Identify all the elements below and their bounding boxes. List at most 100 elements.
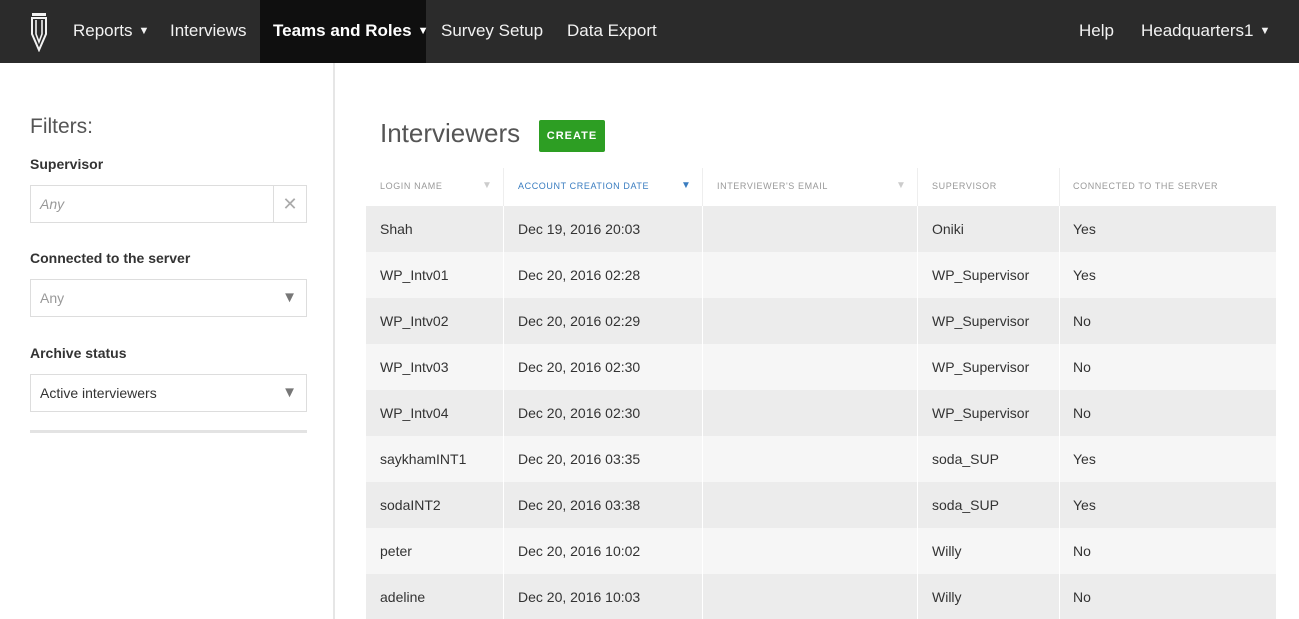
column-header-label: INTERVIEWER'S EMAIL — [717, 181, 828, 191]
table-row[interactable]: peter Dec 20, 2016 10:02 Willy No — [366, 528, 1276, 574]
column-divider — [917, 390, 918, 436]
supervisor-cell: Willy — [932, 589, 962, 605]
column-header-interviewer-email[interactable]: INTERVIEWER'S EMAIL ▼ — [717, 166, 909, 206]
column-divider — [1059, 252, 1060, 298]
nav-reports-label: Reports — [73, 21, 133, 40]
column-divider — [1059, 482, 1060, 528]
column-divider — [503, 436, 504, 482]
connected-filter-label: Connected to the server — [30, 250, 191, 266]
column-divider — [702, 206, 703, 252]
column-divider — [917, 206, 918, 252]
column-header-label: LOGIN NAME — [380, 181, 443, 191]
sort-arrow-icon: ▼ — [896, 180, 907, 191]
supervisor-cell: soda_SUP — [932, 451, 999, 467]
nav-survey-setup[interactable]: Survey Setup — [441, 0, 543, 63]
supervisor-cell: WP_Supervisor — [932, 359, 1030, 375]
table-row[interactable]: adeline Dec 20, 2016 10:03 Willy No — [366, 574, 1276, 619]
column-divider — [1059, 528, 1060, 574]
column-divider — [503, 574, 504, 619]
column-divider — [1059, 168, 1060, 206]
column-divider — [917, 344, 918, 390]
dropdown-arrow-icon: ▼ — [282, 289, 297, 306]
column-divider — [1059, 390, 1060, 436]
column-divider — [702, 482, 703, 528]
account-menu[interactable]: Headquarters1 ▼ — [1141, 0, 1270, 63]
column-divider — [702, 528, 703, 574]
create-interviewer-button[interactable]: CREATE — [539, 120, 605, 152]
table-row[interactable]: sodaINT2 Dec 20, 2016 03:38 soda_SUP Yes — [366, 482, 1276, 528]
table-row[interactable]: saykhamINT1 Dec 20, 2016 03:35 soda_SUP Yes — [366, 436, 1276, 482]
nav-data-export-label: Data Export — [567, 21, 657, 40]
creation-date-cell: Dec 20, 2016 10:02 — [518, 543, 641, 559]
sort-arrow-icon: ▼ — [482, 180, 493, 191]
column-divider — [503, 206, 504, 252]
nav-interviews[interactable]: Interviews — [170, 0, 247, 63]
archive-filter-label: Archive status — [30, 345, 127, 361]
nav-reports[interactable]: Reports ▼ — [73, 0, 149, 63]
sort-descending-icon: ▼ — [681, 180, 692, 191]
login-name-cell[interactable]: peter — [380, 528, 412, 574]
column-divider — [917, 482, 918, 528]
column-header-supervisor[interactable]: SUPERVISOR — [932, 166, 1052, 206]
login-name-cell[interactable]: WP_Intv02 — [380, 298, 448, 344]
column-divider — [702, 298, 703, 344]
supervisor-cell: Oniki — [932, 221, 964, 237]
login-name-cell[interactable]: WP_Intv04 — [380, 390, 448, 436]
creation-date-cell: Dec 20, 2016 03:35 — [518, 451, 641, 467]
page-title: Interviewers — [380, 118, 521, 148]
connected-filter-value: Any — [40, 290, 65, 306]
login-name-cell[interactable]: Shah — [380, 206, 413, 252]
login-name-cell[interactable]: WP_Intv03 — [380, 344, 448, 390]
column-header-account-creation-date[interactable]: ACCOUNT CREATION DATE ▼ — [518, 166, 694, 206]
creation-date-cell: Dec 20, 2016 03:38 — [518, 497, 641, 513]
nav-interviews-label: Interviews — [170, 21, 247, 40]
connected-filter-select[interactable]: Any ▼ — [30, 279, 307, 317]
login-name-cell[interactable]: WP_Intv01 — [380, 252, 448, 298]
dropdown-arrow-icon: ▼ — [282, 384, 297, 401]
column-header-label: ACCOUNT CREATION DATE — [518, 181, 650, 191]
table-row[interactable]: WP_Intv04 Dec 20, 2016 02:30 WP_Supervisor… — [366, 390, 1276, 436]
table-row[interactable]: Shah Dec 19, 2016 20:03 Oniki Yes — [366, 206, 1276, 252]
column-header-connected[interactable]: CONNECTED TO THE SERVER — [1073, 166, 1273, 206]
table-row[interactable]: WP_Intv01 Dec 20, 2016 02:28 WP_Supervisor… — [366, 252, 1276, 298]
creation-date-cell: Dec 20, 2016 02:28 — [518, 267, 641, 283]
column-divider — [1059, 574, 1060, 619]
column-header-login-name[interactable]: LOGIN NAME ▼ — [380, 166, 494, 206]
column-header-label: CONNECTED TO THE SERVER — [1073, 181, 1219, 191]
column-divider — [702, 252, 703, 298]
chevron-down-icon: ▼ — [138, 25, 150, 37]
column-divider — [503, 168, 504, 206]
column-divider — [1059, 436, 1060, 482]
nav-data-export[interactable]: Data Export — [567, 0, 657, 63]
login-name-cell[interactable]: sodaINT2 — [380, 482, 441, 528]
filters-sidebar: Filters: Supervisor Any ✕ Connected to t… — [0, 63, 335, 619]
column-divider — [503, 344, 504, 390]
column-divider — [1059, 206, 1060, 252]
column-header-label: SUPERVISOR — [932, 181, 997, 191]
supervisor-cell: Willy — [932, 543, 962, 559]
archive-status-select[interactable]: Active interviewers ▼ — [30, 374, 307, 412]
connected-cell: No — [1073, 359, 1091, 375]
app-logo-icon[interactable] — [29, 12, 49, 52]
table-row[interactable]: WP_Intv03 Dec 20, 2016 02:30 WP_Supervisor… — [366, 344, 1276, 390]
connected-cell: Yes — [1073, 451, 1096, 467]
supervisor-filter-input[interactable]: Any ✕ — [30, 185, 307, 223]
table-row[interactable]: WP_Intv02 Dec 20, 2016 02:29 WP_Supervisor… — [366, 298, 1276, 344]
login-name-cell[interactable]: saykhamINT1 — [380, 436, 466, 482]
nav-teams-and-roles[interactable]: Teams and Roles ▼ — [260, 0, 429, 63]
nav-help[interactable]: Help — [1079, 0, 1114, 63]
supervisor-cell: soda_SUP — [932, 497, 999, 513]
account-name: Headquarters1 — [1141, 21, 1254, 40]
connected-cell: No — [1073, 543, 1091, 559]
column-divider — [702, 168, 703, 206]
chevron-down-icon: ▼ — [417, 25, 429, 37]
login-name-cell[interactable]: adeline — [380, 574, 425, 619]
clear-icon[interactable]: ✕ — [273, 186, 306, 222]
column-divider — [503, 298, 504, 344]
column-divider — [702, 436, 703, 482]
connected-cell: Yes — [1073, 497, 1096, 513]
column-divider — [917, 168, 918, 206]
column-divider — [1059, 298, 1060, 344]
connected-cell: Yes — [1073, 267, 1096, 283]
column-divider — [702, 574, 703, 619]
